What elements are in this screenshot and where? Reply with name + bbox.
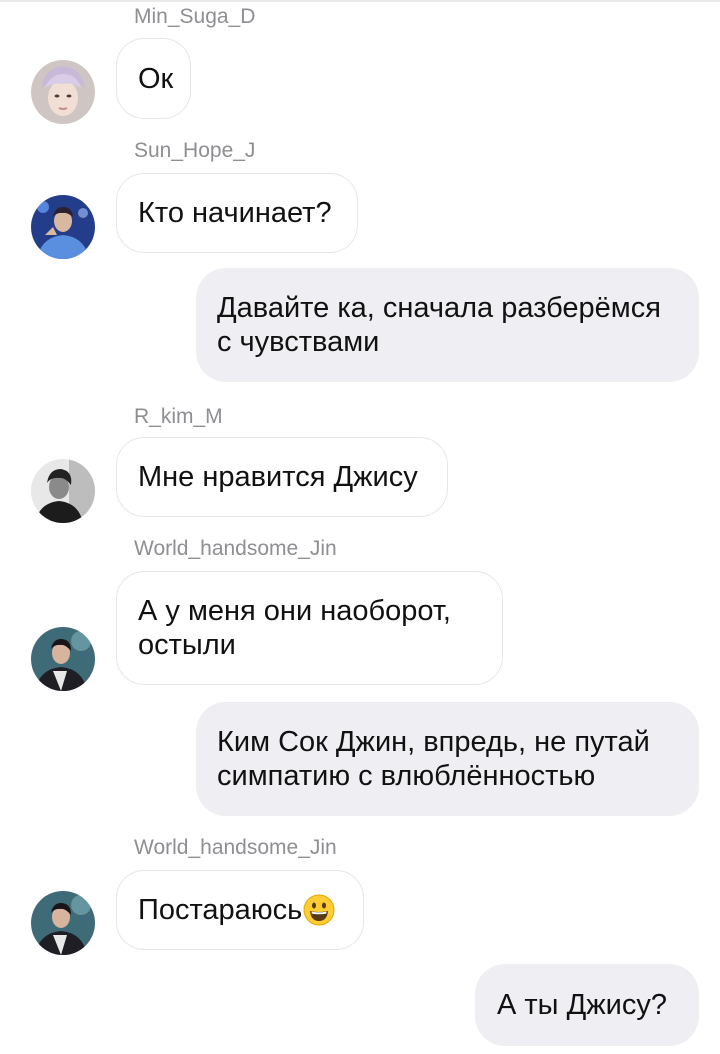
outgoing-message-bubble[interactable]: Давайте ка, сначала разберёмся с чувства…: [196, 268, 699, 382]
avatar[interactable]: [31, 891, 95, 955]
avatar[interactable]: [31, 195, 95, 259]
sender-name: World_handsome_Jin: [134, 836, 337, 859]
message-text: А ты Джису?: [497, 989, 667, 1021]
avatar[interactable]: [31, 627, 95, 691]
sender-name: Min_Suga_D: [134, 5, 256, 28]
message-text-line: Давайте ка, сначала разберёмся: [217, 292, 661, 324]
outgoing-message-bubble[interactable]: Ким Сок Джин, впредь, не путай симпатию …: [196, 702, 699, 816]
message-text: Ок: [138, 62, 174, 95]
message-text-line: Ким Сок Джин, впредь, не путай: [217, 726, 650, 758]
message-text-line: А у меня они наоборот,: [138, 595, 451, 627]
sender-name: World_handsome_Jin: [134, 537, 337, 560]
sender-name: R_kim_M: [134, 405, 223, 428]
message-text: Кто начинает?: [138, 197, 332, 229]
grinning-face-emoji: [303, 894, 335, 926]
avatar[interactable]: [31, 60, 95, 124]
message-text: Постараюсь: [138, 894, 303, 926]
message-bubble[interactable]: Ок: [116, 38, 191, 119]
message-text-line: с чувствами: [217, 326, 380, 358]
top-divider: [0, 0, 720, 2]
message-bubble[interactable]: Мне нравится Джису: [116, 437, 448, 517]
message-text-line: симпатию с влюблённостью: [217, 760, 596, 792]
message-text-line: остыли: [138, 629, 236, 661]
message-bubble[interactable]: Кто начинает?: [116, 173, 358, 253]
avatar[interactable]: [31, 459, 95, 523]
message-text: Мне нравится Джису: [138, 461, 418, 493]
sender-name: Sun_Hope_J: [134, 139, 256, 162]
message-bubble[interactable]: Постараюсь: [116, 870, 364, 950]
outgoing-message-bubble[interactable]: А ты Джису?: [475, 964, 699, 1046]
message-bubble[interactable]: А у меня они наоборот, остыли: [116, 571, 503, 685]
